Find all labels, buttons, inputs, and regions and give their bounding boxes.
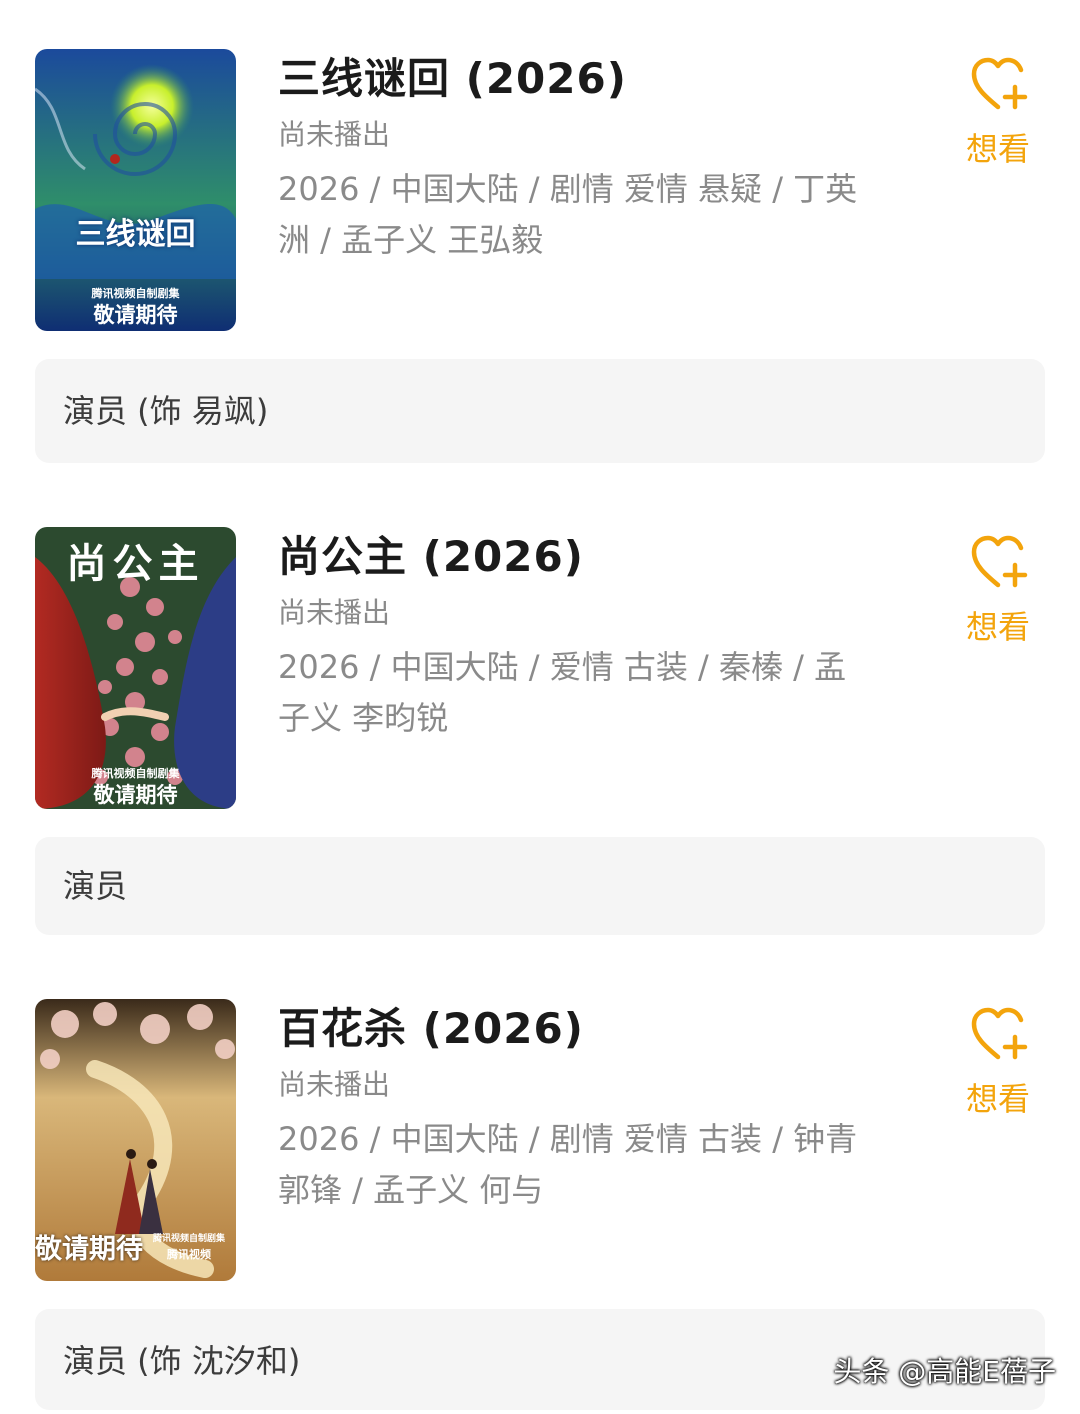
poster-image[interactable]: 敬请期待 腾讯视频自制剧集 腾讯视频: [35, 999, 236, 1281]
want-to-watch-button[interactable]: 想看: [958, 533, 1038, 653]
air-status: 尚未播出: [278, 596, 391, 629]
want-to-watch-label: 想看: [965, 1080, 1030, 1118]
want-to-watch-button[interactable]: 想看: [958, 55, 1038, 175]
poster-tag: 腾讯视频自制剧集: [153, 1234, 226, 1244]
poster-tagline: 敬请期待: [93, 303, 178, 327]
drama-meta: 2026 / 中国大陆 / 剧情 爱情 古装 / 钟青 郭锋 / 孟子义 何与: [278, 1120, 858, 1209]
drama-meta: 2026 / 中国大陆 / 爱情 古装 / 秦榛 / 孟子义 李昀锐: [278, 648, 847, 737]
drama-title[interactable]: 三线谜回 (2026): [278, 51, 627, 107]
air-status: 尚未播出: [278, 118, 391, 151]
actor-role-bar[interactable]: 演员 (饰 易飒): [35, 359, 1045, 463]
drama-entry: 三线谜回 腾讯视频自制剧集 敬请期待 三线谜回 (2026) 尚未播出 2026…: [0, 49, 1080, 464]
drama-title[interactable]: 尚公主 (2026): [278, 529, 584, 585]
poster-image[interactable]: 三线谜回 腾讯视频自制剧集 敬请期待: [35, 49, 236, 331]
air-status: 尚未播出: [278, 1068, 391, 1101]
poster-image[interactable]: 尚公主 腾讯视频自制剧集 敬请期待: [35, 527, 236, 809]
poster-platform: 腾讯视频: [167, 1248, 211, 1261]
actor-role-text: 演员 (饰 沈汐和): [63, 1342, 301, 1380]
poster-tagline: 敬请期待: [35, 1234, 143, 1265]
want-to-watch-label: 想看: [965, 130, 1030, 168]
watermark: 头条 @高能E蓓子: [833, 1355, 1056, 1388]
drama-meta: 2026 / 中国大陆 / 剧情 爱情 悬疑 / 丁英洲 / 孟子义 王弘毅: [278, 170, 858, 259]
poster-logo: 三线谜回: [75, 217, 196, 252]
heart-plus-icon: [971, 1007, 1028, 1060]
drama-title[interactable]: 百花杀 (2026): [278, 1001, 584, 1057]
actor-role-text: 演员: [63, 867, 128, 905]
heart-plus-icon: [971, 57, 1028, 110]
want-to-watch-button[interactable]: 想看: [958, 1005, 1038, 1125]
actor-role-bar[interactable]: 演员: [35, 837, 1045, 935]
actor-role-text: 演员 (饰 易飒): [63, 392, 269, 430]
poster-logo: 尚公主: [66, 541, 205, 587]
heart-plus-icon: [971, 535, 1028, 588]
drama-entry: 尚公主 腾讯视频自制剧集 敬请期待 尚公主 (2026) 尚未播出 2026 /…: [0, 527, 1080, 942]
poster-tagline: 敬请期待: [93, 783, 178, 807]
want-to-watch-label: 想看: [965, 608, 1030, 646]
